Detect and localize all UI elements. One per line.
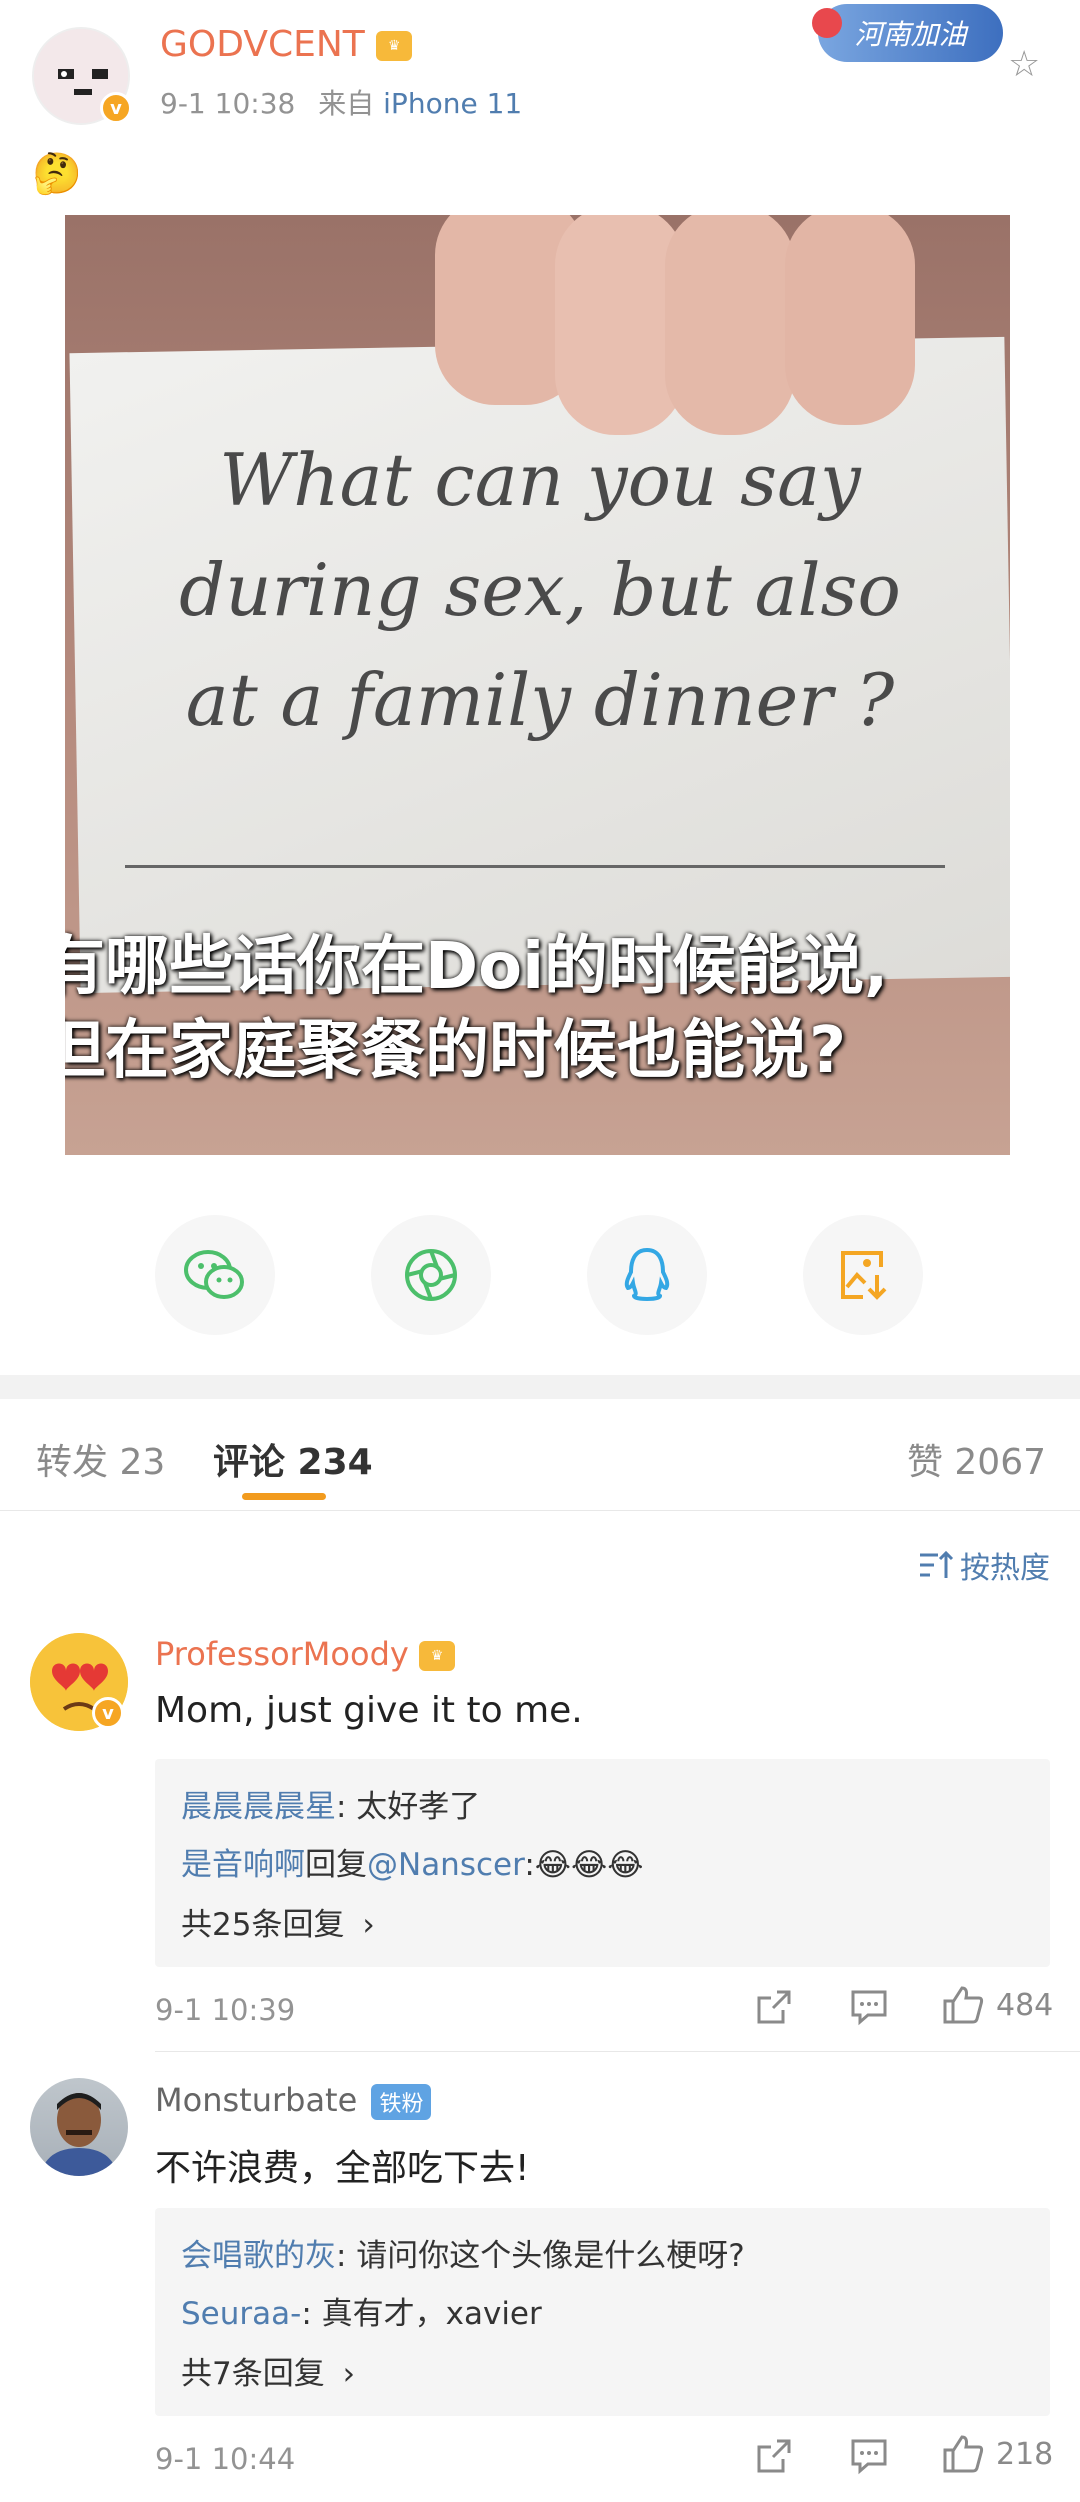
reply-line: 会唱歌的灰: 请问你这个头像是什么梗呀? (181, 2230, 745, 2275)
post-username-row[interactable]: GODVCENT ♛ (160, 24, 413, 65)
reply-comment-button[interactable] (850, 1988, 888, 2030)
tab-comments[interactable]: 评论 234 (213, 1433, 373, 1485)
reply-text: : 太好孝了 (336, 1789, 481, 1825)
save-image-icon (841, 1251, 887, 1300)
caption-line: 有哪些话你在Doi的时候能说, (65, 930, 889, 1004)
divider (0, 1510, 1080, 1511)
verified-badge-icon: v (100, 92, 132, 124)
verified-badge-icon: v (92, 1697, 124, 1729)
reply-text: : 真有才，xavier (301, 2296, 542, 2332)
reply-user[interactable]: 会唱歌的灰 (181, 2238, 336, 2274)
more-replies-label: 共25条回复 (181, 1907, 345, 1943)
like-count: 484 (996, 1987, 1054, 2023)
handwriting-line: at a family dinner ? (185, 658, 895, 742)
reply-mid: 回复 (305, 1847, 367, 1883)
underline-shape (125, 865, 945, 868)
finger-shape (785, 215, 915, 425)
chevron-right-icon: › (362, 1907, 375, 1943)
like-count: 218 (996, 2436, 1054, 2472)
handwriting-line: during sex, but also (179, 548, 901, 632)
post-meta: 9-1 10:38 来自 iPhone 11 (160, 82, 522, 122)
reply-user[interactable]: 晨晨晨晨星 (181, 1789, 336, 1825)
crown-badge-icon: ♛ (376, 31, 413, 61)
reply-text: :😂😂😂 (524, 1847, 644, 1883)
reply-user[interactable]: Seuraa- (181, 2296, 301, 2332)
comment-text: 不许浪费，全部吃下去! (155, 2148, 530, 2189)
post-username[interactable]: GODVCENT (160, 24, 365, 65)
handwriting-line: What can you say (219, 438, 861, 522)
share-wechat-button[interactable] (155, 1215, 275, 1335)
tab-underline (242, 1493, 326, 1500)
comment-time: 9-1 10:44 (155, 2442, 296, 2476)
tab-likes[interactable]: 赞 2067 (907, 1433, 1046, 1485)
chevron-right-icon: › (342, 2356, 355, 2392)
fan-badge: 铁粉 (371, 2084, 432, 2120)
topic-badge-label: 河南加油 (854, 18, 967, 51)
comment-username[interactable]: Monsturbate (155, 2081, 357, 2119)
source-prefix: 来自 (318, 87, 375, 120)
finger-shape (665, 215, 795, 435)
tab-repost[interactable]: 转发 23 (36, 1433, 165, 1485)
comment-username-row[interactable]: Monsturbate 铁粉 (155, 2081, 432, 2120)
reply-box[interactable]: 会唱歌的灰: 请问你这个头像是什么梗呀? Seuraa-: 真有才，xavier… (155, 2208, 1050, 2416)
moments-icon (405, 1249, 457, 1301)
reply-box[interactable]: 晨晨晨晨星: 太好孝了 是音响啊回复@Nanscer:😂😂😂 共25条回复 › (155, 1759, 1050, 1967)
person-photo-icon (40, 2093, 118, 2176)
star-icon[interactable]: ☆ (1008, 44, 1040, 85)
comment-username-row[interactable]: ProfessorMoody ♛ (155, 1635, 455, 1673)
post-text: 🤔 (32, 151, 82, 197)
save-image-button[interactable] (803, 1215, 923, 1335)
reply-user[interactable]: 是音响啊 (181, 1847, 305, 1883)
reply-text: : 请问你这个头像是什么梗呀? (336, 2238, 745, 2274)
section-divider (0, 1375, 1080, 1399)
share-moments-button[interactable] (371, 1215, 491, 1335)
heart-icon (812, 8, 842, 38)
more-replies-link[interactable]: 共25条回复 › (181, 1899, 375, 1944)
avatar[interactable] (30, 2078, 128, 2176)
comment-username[interactable]: ProfessorMoody (155, 1635, 409, 1673)
comment-time: 9-1 10:39 (155, 1993, 296, 2027)
repost-comment-button[interactable] (755, 1988, 793, 2030)
post-device[interactable]: iPhone 11 (383, 87, 522, 120)
wechat-icon (184, 1250, 244, 1299)
caption-line: 但在家庭聚餐的时候也能说? (65, 1014, 847, 1088)
sort-icon (920, 1550, 954, 1578)
comment-text: Mom, just give it to me. (155, 1690, 583, 1731)
topic-badge[interactable]: 河南加油 (812, 4, 1003, 62)
reply-mention[interactable]: @Nanscer (367, 1847, 524, 1883)
repost-comment-button[interactable] (755, 2437, 793, 2479)
qq-icon (624, 1247, 670, 1301)
sort-button[interactable]: 按热度 (918, 1543, 1050, 1587)
comment-icon (851, 2439, 887, 2475)
reply-line: Seuraa-: 真有才，xavier (181, 2288, 542, 2333)
thumbs-up-icon (943, 1986, 984, 2024)
thumbs-up-icon (943, 2435, 984, 2473)
sort-label: 按热度 (960, 1551, 1050, 1586)
post-date: 9-1 10:38 (160, 87, 296, 120)
like-button[interactable]: 218 (942, 2434, 1053, 2474)
share-icon (757, 2439, 791, 2473)
reply-comment-button[interactable] (850, 2437, 888, 2479)
image-handwriting: What can you say during sex, but also at… (85, 425, 995, 755)
share-icon (757, 1990, 791, 2024)
crown-badge-icon: ♛ (418, 1641, 455, 1671)
like-button[interactable]: 484 (942, 1985, 1053, 2025)
reply-line: 是音响啊回复@Nanscer:😂😂😂 (181, 1839, 643, 1884)
more-replies-label: 共7条回复 (181, 2356, 325, 2392)
reply-line: 晨晨晨晨星: 太好孝了 (181, 1781, 480, 1826)
comment-icon (851, 1990, 887, 2026)
image-caption: 有哪些话你在Doi的时候能说, 但在家庭聚餐的时候也能说? (65, 925, 1010, 1093)
more-replies-link[interactable]: 共7条回复 › (181, 2348, 355, 2393)
post-image[interactable]: What can you say during sex, but also at… (65, 215, 1010, 1155)
divider (155, 2051, 1080, 2052)
share-qq-button[interactable] (587, 1215, 707, 1335)
